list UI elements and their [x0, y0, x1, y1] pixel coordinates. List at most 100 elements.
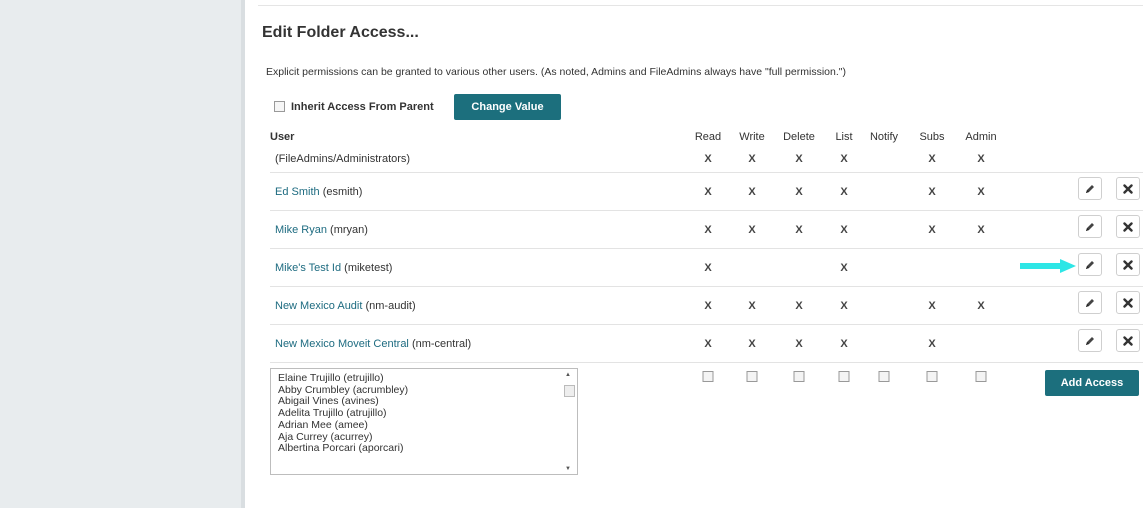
- inherit-access-checkbox[interactable]: [274, 101, 285, 112]
- edit-button[interactable]: [1078, 215, 1102, 238]
- pencil-icon: [1086, 298, 1094, 307]
- x-icon: [1123, 335, 1133, 346]
- inherit-access-label: Inherit Access From Parent: [291, 101, 434, 113]
- perm-mark-delete: X: [795, 224, 803, 236]
- perm-mark-write: X: [748, 338, 756, 350]
- pencil-icon: [1086, 336, 1094, 345]
- edit-button[interactable]: [1078, 329, 1102, 352]
- perm-mark-write: X: [748, 300, 756, 312]
- sidebar-divider: [241, 0, 245, 508]
- pencil-icon: [1086, 260, 1094, 269]
- user-column-header: User: [270, 131, 295, 143]
- new-perm-checkbox-admin[interactable]: [975, 371, 987, 382]
- perm-header-notify: Notify: [869, 131, 899, 143]
- change-value-button[interactable]: Change Value: [454, 94, 561, 120]
- user-name-link[interactable]: New Mexico Moveit Central: [275, 338, 409, 350]
- user-option[interactable]: Elaine Trujillo (etrujillo): [271, 372, 408, 385]
- perm-mark-admin: X: [977, 186, 985, 198]
- table-row: New Mexico Audit (nm-audit) X X X X X X: [270, 291, 1143, 335]
- user-id-text: (miketest): [344, 262, 393, 274]
- perm-header-delete: Delete: [783, 131, 815, 143]
- perm-header-write: Write: [739, 131, 765, 143]
- perm-mark-write: X: [748, 224, 756, 236]
- delete-button[interactable]: [1116, 177, 1140, 200]
- perm-mark-list: X: [840, 338, 848, 350]
- scroll-up-icon[interactable]: ▲: [565, 372, 571, 378]
- new-perm-checkbox-list[interactable]: [838, 371, 850, 382]
- user-name-link[interactable]: New Mexico Audit: [275, 300, 365, 312]
- delete-button[interactable]: [1116, 329, 1140, 352]
- perm-mark-admin: X: [977, 153, 985, 165]
- user-name-cell: New Mexico Moveit Central (nm-central): [275, 338, 471, 350]
- perm-mark-read: X: [704, 262, 712, 274]
- user-name-cell: Ed Smith (esmith): [275, 186, 362, 198]
- perm-mark-delete: X: [795, 300, 803, 312]
- user-name-cell: (FileAdmins/Administrators): [275, 153, 410, 165]
- perm-mark-admin: X: [977, 300, 985, 312]
- perm-mark-list: X: [840, 262, 848, 274]
- user-id-text: (mryan): [330, 224, 368, 236]
- user-name-text: (FileAdmins/Administrators): [275, 153, 411, 165]
- perm-mark-delete: X: [795, 338, 803, 350]
- delete-button[interactable]: [1116, 291, 1140, 314]
- list-scrollbar[interactable]: ▲ ▼: [563, 370, 576, 473]
- user-id-text: (esmith): [322, 186, 363, 198]
- perm-mark-subs: X: [928, 186, 936, 198]
- edit-button[interactable]: [1078, 291, 1102, 314]
- left-sidebar: [0, 0, 241, 508]
- user-option[interactable]: Adrian Mee (amee): [271, 419, 408, 432]
- perm-mark-subs: X: [928, 224, 936, 236]
- pencil-icon: [1086, 222, 1094, 231]
- x-icon: [1123, 183, 1133, 194]
- perm-mark-read: X: [704, 338, 712, 350]
- x-icon: [1123, 259, 1133, 270]
- user-name-link[interactable]: Mike Ryan: [275, 224, 327, 236]
- perm-mark-subs: X: [928, 338, 936, 350]
- user-id-text: (nm-central): [411, 338, 472, 350]
- perm-mark-subs: X: [928, 300, 936, 312]
- perm-mark-read: X: [704, 300, 712, 312]
- perm-mark-write: X: [748, 153, 756, 165]
- scroll-down-icon[interactable]: ▼: [565, 466, 571, 472]
- user-id-text: (nm-audit): [365, 300, 416, 312]
- edit-button[interactable]: [1078, 253, 1102, 276]
- user-name-link[interactable]: Ed Smith: [275, 186, 320, 198]
- user-option[interactable]: Albertina Porcari (aporcari): [271, 443, 408, 455]
- new-perm-checkbox-write[interactable]: [746, 371, 758, 382]
- pencil-icon: [1086, 184, 1094, 193]
- delete-button[interactable]: [1116, 253, 1140, 276]
- perm-mark-list: X: [840, 224, 848, 236]
- x-icon: [1123, 297, 1133, 308]
- delete-button[interactable]: [1116, 215, 1140, 238]
- cyan-arrow-icon: [1020, 259, 1076, 273]
- user-name-link[interactable]: Mike's Test Id: [275, 262, 341, 274]
- perm-header-read: Read: [694, 131, 722, 143]
- user-select-list[interactable]: Elaine Trujillo (etrujillo) Abby Crumbley…: [270, 368, 578, 475]
- add-access-button[interactable]: Add Access: [1045, 370, 1139, 396]
- perm-mark-subs: X: [928, 153, 936, 165]
- user-name-cell: Mike Ryan (mryan): [275, 224, 368, 236]
- new-perm-checkbox-subs[interactable]: [926, 371, 938, 382]
- table-row: Mike Ryan (mryan) X X X X X X: [270, 215, 1143, 259]
- perm-mark-read: X: [704, 186, 712, 198]
- perm-mark-write: X: [748, 186, 756, 198]
- perm-mark-list: X: [840, 300, 848, 312]
- user-name-cell: Mike's Test Id (miketest): [275, 262, 392, 274]
- page-description: Explicit permissions can be granted to v…: [266, 66, 846, 78]
- perm-header-admin: Admin: [965, 131, 997, 143]
- new-perm-checkbox-notify[interactable]: [878, 371, 890, 382]
- perm-header-subs: Subs: [919, 131, 945, 143]
- new-perm-checkbox-delete[interactable]: [793, 371, 805, 382]
- perm-header-list: List: [835, 131, 853, 143]
- perm-mark-admin: X: [977, 224, 985, 236]
- edit-button[interactable]: [1078, 177, 1102, 200]
- perm-mark-read: X: [704, 224, 712, 236]
- perm-mark-delete: X: [795, 153, 803, 165]
- scroll-thumb[interactable]: [564, 385, 575, 397]
- perm-mark-read: X: [704, 153, 712, 165]
- table-row: Ed Smith (esmith) X X X X X X: [270, 177, 1143, 221]
- new-perm-checkbox-read[interactable]: [702, 371, 714, 382]
- x-icon: [1123, 221, 1133, 232]
- table-row: Mike's Test Id (miketest) X X: [270, 253, 1143, 297]
- user-name-cell: New Mexico Audit (nm-audit): [275, 300, 416, 312]
